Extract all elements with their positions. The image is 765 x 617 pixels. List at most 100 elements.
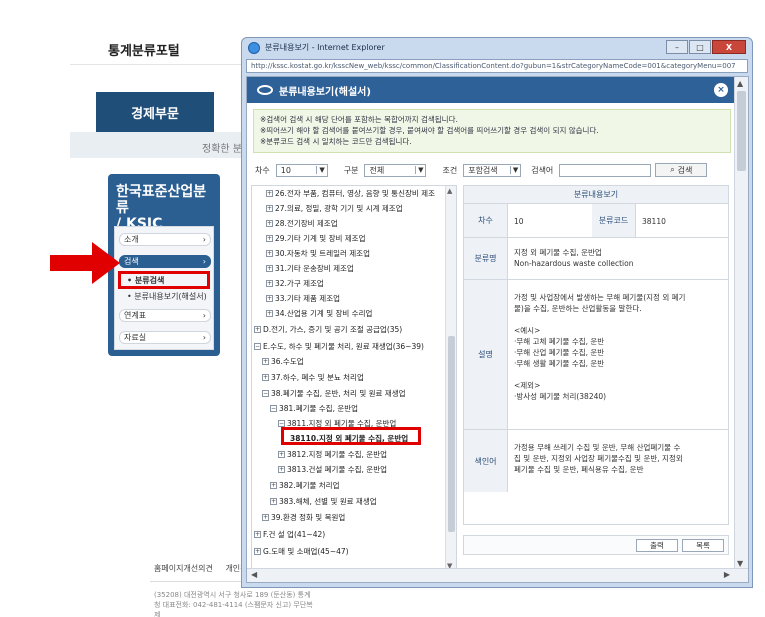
expand-icon[interactable]: +	[266, 249, 273, 257]
tree-node[interactable]: + D.전기, 가스, 증기 및 공기 조절 공급업(35)	[254, 322, 402, 336]
tree-node[interactable]: + G.도매 및 소매업(45~47)	[254, 544, 349, 558]
condition-select[interactable]: 포함검색 ▼	[463, 163, 522, 177]
tree-node[interactable]: +39.환경 정화 및 복원업	[262, 510, 345, 524]
expand-icon[interactable]: +	[262, 357, 269, 365]
address-bar[interactable]: http://kssc.kostat.go.kr/ksscNew_web/kss…	[246, 59, 748, 73]
tree-node[interactable]: +29.기타 기계 및 장비 제조업	[266, 231, 365, 245]
expand-icon[interactable]: +	[266, 234, 273, 242]
desc-cell: 가정 및 사업장에서 발생하는 무해 폐기물(지정 외 폐기 물)을 수집, 운…	[514, 292, 685, 402]
expand-icon[interactable]: +	[262, 513, 269, 521]
popup-content: 분류내용보기(해설서) × ※검색어 검색 시 해당 단어를 포함하는 복합어까…	[246, 76, 749, 583]
expand-icon[interactable]: +	[266, 264, 273, 272]
code-header: 분류코드	[592, 204, 636, 237]
footer-link[interactable]: 홈페이지개선의견	[154, 564, 213, 573]
tree-node[interactable]: + F.건 설 업(41~42)	[254, 527, 325, 541]
collapse-icon[interactable]: −	[262, 389, 269, 397]
tree-node[interactable]: +3812.지정 폐기물 수집, 운반업	[278, 447, 387, 461]
expand-icon[interactable]: +	[254, 325, 261, 333]
highlight-box	[281, 427, 421, 445]
tree-scrollbar[interactable]: ▲ ▼	[445, 186, 456, 569]
condition-value: 포함검색	[468, 165, 498, 175]
page-scrollbar[interactable]: ▲ ▼	[734, 77, 748, 570]
category-select[interactable]: 전체 ▼	[364, 163, 427, 177]
tree-node[interactable]: +31.기타 운송장비 제조업	[266, 261, 354, 275]
expand-icon[interactable]: +	[270, 497, 277, 505]
tree-node[interactable]: +382.폐기물 처리업	[270, 478, 339, 492]
chevron-left-icon[interactable]: ◀	[251, 570, 257, 579]
horizontal-scrollbar[interactable]: ◀ ▶	[247, 568, 748, 582]
list-button[interactable]: 목록	[682, 539, 724, 552]
expand-icon[interactable]: +	[266, 294, 273, 302]
tree-node[interactable]: +28.전기장비 제조업	[266, 216, 338, 230]
expand-icon[interactable]: +	[254, 547, 261, 555]
index-line: 가정용 무해 쓰레기 수집 및 운반, 무해 산업폐기물 수	[514, 443, 681, 452]
index-cell: 가정용 무해 쓰레기 수집 및 운반, 무해 산업폐기물 수 집 및 운반, 지…	[514, 442, 683, 475]
sidebar-item-linktable[interactable]: 연계표 ›	[119, 309, 211, 322]
expand-icon[interactable]: +	[266, 219, 273, 227]
minimize-button[interactable]: –	[666, 40, 688, 54]
chevron-right-icon[interactable]: ▶	[724, 570, 730, 579]
tree-node[interactable]: −381.폐기물 수집, 운반업	[270, 401, 358, 415]
expand-icon[interactable]: +	[254, 530, 261, 538]
chevron-up-icon[interactable]: ▲	[737, 79, 743, 88]
sidebar-item-search[interactable]: 검색 ›	[119, 255, 211, 268]
expand-icon[interactable]: +	[266, 309, 273, 317]
tree-node[interactable]: +3813.건설 폐기물 수집, 운반업	[278, 462, 387, 476]
degree-select[interactable]: 10 ▼	[275, 163, 328, 177]
notice-line: ※띄어쓰기 해야 할 검색어를 붙여쓰기할 경우, 붙여써야 할 검색어를 띄어…	[260, 126, 599, 135]
index-line: 폐기물 수집 및 운반, 폐식용유 수집, 운반	[514, 465, 644, 474]
degree-value: 10	[280, 165, 291, 175]
tree-node[interactable]: −38.폐기물 수집, 운반, 처리 및 원료 재생업	[262, 386, 406, 400]
table-row: 분류명 지정 외 폐기물 수집, 운반업 Non-hazardous waste…	[464, 238, 728, 280]
tree-node[interactable]: +33.기타 제품 제조업	[266, 291, 340, 305]
classification-tree: +26.전자 부품, 컴퓨터, 영상, 음향 및 통신장비 제조 +27.의료,…	[251, 185, 457, 570]
tree-node[interactable]: +37.하수, 폐수 및 분뇨 처리업	[262, 370, 364, 384]
expand-icon[interactable]: +	[270, 481, 277, 489]
tree-node[interactable]: +30.자동차 및 트레일러 제조업	[266, 246, 370, 260]
close-window-button[interactable]: X	[712, 40, 746, 54]
expand-icon[interactable]: +	[278, 450, 285, 458]
chevron-right-icon: ›	[202, 333, 206, 342]
search-button[interactable]: ⌕ 검색	[655, 163, 708, 177]
keyword-input[interactable]	[559, 163, 652, 177]
expand-icon[interactable]: +	[266, 279, 273, 287]
portal-title[interactable]: 통계분류포털	[108, 40, 180, 59]
scroll-thumb[interactable]	[448, 336, 455, 532]
popup-title: 분류내용보기(해설서)	[279, 86, 371, 98]
expand-icon[interactable]: +	[266, 204, 273, 212]
window-titlebar[interactable]: 분류내용보기 - Internet Explorer – □ X	[242, 38, 752, 57]
tree-node[interactable]: +26.전자 부품, 컴퓨터, 영상, 음향 및 통신장비 제조	[266, 186, 435, 200]
detail-heading: 분류내용보기	[464, 186, 728, 204]
table-row: 색인어 가정용 무해 쓰레기 수집 및 운반, 무해 산업폐기물 수 집 및 운…	[464, 430, 728, 492]
ksic-title-ko: 한국표준산업분류	[116, 184, 207, 216]
collapse-icon[interactable]: −	[278, 419, 285, 427]
print-button[interactable]: 출력	[636, 539, 678, 552]
tab-economy[interactable]: 경제부문	[96, 92, 214, 132]
expand-icon[interactable]: +	[262, 373, 269, 381]
tree-node[interactable]: +383.해체, 선별 및 원료 재생업	[270, 494, 377, 508]
close-icon[interactable]: ×	[714, 83, 728, 97]
category-value: 전체	[369, 165, 385, 175]
notice-line: ※분류코드 검색 시 일치하는 코드만 검색됩니다.	[260, 137, 412, 146]
tree-node[interactable]: +36.수도업	[262, 354, 304, 368]
tree-node[interactable]: +34.산업용 기계 및 장비 수리업	[266, 306, 372, 320]
expand-icon[interactable]: +	[266, 189, 273, 197]
chevron-right-icon: ›	[202, 257, 206, 266]
bullet-icon: •	[127, 291, 135, 301]
tree-node[interactable]: +27.의료, 정밀, 광학 기기 및 시계 제조업	[266, 201, 403, 215]
collapse-icon[interactable]: −	[254, 342, 261, 350]
footer-address: (35208) 대전광역시 서구 청사로 189 (둔산동) 통계청 대표전화:…	[154, 591, 313, 617]
maximize-button[interactable]: □	[689, 40, 711, 54]
expand-icon[interactable]: +	[278, 465, 285, 473]
sidebar-item-intro[interactable]: 소개 ›	[119, 233, 211, 246]
sidebar-item-archive[interactable]: 자료실 ›	[119, 331, 211, 344]
tree-node[interactable]: +32.가구 제조업	[266, 276, 324, 290]
tree-node[interactable]: − E.수도, 하수 및 폐기물 처리, 원료 재생업(36~39)	[254, 339, 424, 353]
chevron-down-icon[interactable]: ▼	[737, 559, 743, 568]
chevron-up-icon[interactable]: ▲	[447, 187, 452, 195]
tree-node-label: 37.하수, 폐수 및 분뇨 처리업	[271, 372, 364, 382]
scroll-thumb[interactable]	[737, 91, 746, 171]
collapse-icon[interactable]: −	[270, 404, 277, 412]
submenu-item-content-view[interactable]: • 분류내용보기(해설서)	[123, 290, 211, 302]
desc-header: 설명	[464, 280, 508, 429]
